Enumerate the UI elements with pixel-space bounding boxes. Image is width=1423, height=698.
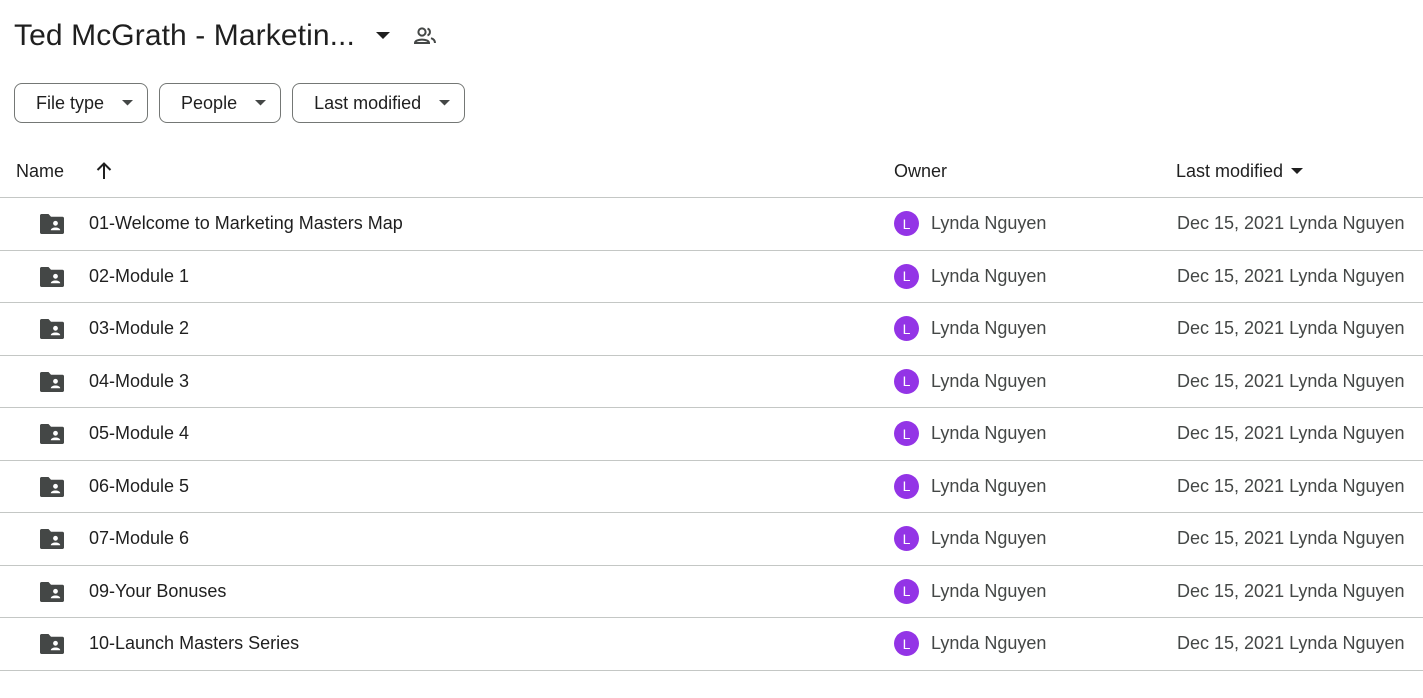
file-type-filter-chip[interactable]: File type bbox=[14, 83, 149, 123]
owner-name: Lynda Nguyen bbox=[931, 213, 1047, 233]
avatar: L bbox=[894, 526, 919, 551]
shared-folder-icon bbox=[38, 265, 66, 289]
file-name: 05-Module 4 bbox=[89, 423, 190, 443]
avatar: L bbox=[894, 473, 919, 499]
chip-label: Last modified bbox=[314, 92, 422, 113]
file-name: 02-Module 1 bbox=[89, 265, 190, 286]
arrow-drop-down-icon bbox=[254, 97, 266, 109]
avatar: L bbox=[894, 368, 919, 394]
file-row[interactable]: 05-Module 4 L Lynda Nguyen Dec 15, 2021 … bbox=[0, 408, 1423, 461]
last-modified-value: Dec 15, 2021 Lynda Nguyen bbox=[1177, 580, 1405, 601]
file-row[interactable]: 02-Module 1 L Lynda Nguyen Dec 15, 2021 … bbox=[0, 251, 1423, 303]
avatar: L bbox=[894, 421, 919, 446]
owner-name: Lynda Nguyen bbox=[931, 370, 1047, 391]
avatar: L bbox=[894, 578, 919, 604]
avatar: L bbox=[894, 211, 919, 236]
last-modified-value: Dec 15, 2021 Lynda Nguyen bbox=[1177, 370, 1405, 391]
name-column-header[interactable]: Name bbox=[16, 161, 64, 182]
chip-label: File type bbox=[36, 92, 105, 113]
file-row[interactable]: 04-Module 3 L Lynda Nguyen Dec 15, 2021 … bbox=[0, 356, 1423, 408]
file-name: 04-Module 3 bbox=[89, 370, 190, 391]
shared-folder-icon bbox=[38, 527, 66, 551]
owner-name: Lynda Nguyen bbox=[931, 318, 1047, 338]
file-row[interactable]: 07-Module 6 L Lynda Nguyen Dec 15, 2021 … bbox=[0, 513, 1423, 566]
owner-column-header[interactable]: Owner bbox=[894, 161, 947, 182]
last-modified-header-label: Last modified bbox=[1176, 161, 1284, 181]
owner-name: Lynda Nguyen bbox=[931, 528, 1047, 548]
file-list: 01-Welcome to Marketing Masters Map L Ly… bbox=[0, 198, 1423, 671]
last-modified-value: Dec 15, 2021 Lynda Nguyen bbox=[1177, 475, 1405, 496]
folder-header: Ted McGrath - Marketin... bbox=[14, 14, 439, 58]
people-icon[interactable] bbox=[411, 22, 439, 50]
shared-folder-icon bbox=[38, 580, 66, 604]
file-name: 10-Launch Masters Series bbox=[89, 633, 300, 653]
chip-label: People bbox=[181, 92, 238, 113]
avatar: L bbox=[894, 631, 919, 656]
owner-name: Lynda Nguyen bbox=[931, 580, 1047, 601]
shared-folder-icon bbox=[38, 317, 66, 341]
owner-name: Lynda Nguyen bbox=[931, 475, 1047, 496]
file-name: 07-Module 6 bbox=[89, 528, 190, 548]
last-modified-filter-chip[interactable]: Last modified bbox=[292, 83, 466, 123]
last-modified-column-header[interactable]: Last modified bbox=[1176, 161, 1304, 182]
file-row[interactable]: 01-Welcome to Marketing Masters Map L Ly… bbox=[0, 198, 1423, 251]
shared-folder-icon bbox=[38, 422, 66, 446]
file-row[interactable]: 09-Your Bonuses L Lynda Nguyen Dec 15, 2… bbox=[0, 566, 1423, 618]
shared-folder-icon bbox=[38, 212, 66, 236]
last-modified-value: Dec 15, 2021 Lynda Nguyen bbox=[1177, 265, 1405, 286]
arrow-drop-down-icon bbox=[1291, 166, 1304, 178]
shared-folder-icon bbox=[38, 632, 66, 656]
file-name: 01-Welcome to Marketing Masters Map bbox=[89, 213, 403, 233]
last-modified-value: Dec 15, 2021 Lynda Nguyen bbox=[1177, 423, 1405, 443]
file-row[interactable]: 10-Launch Masters Series L Lynda Nguyen … bbox=[0, 618, 1423, 671]
file-name: 06-Module 5 bbox=[89, 475, 190, 496]
avatar: L bbox=[894, 316, 919, 341]
file-row[interactable]: 06-Module 5 L Lynda Nguyen Dec 15, 2021 … bbox=[0, 461, 1423, 513]
arrow-drop-down-icon bbox=[438, 97, 450, 109]
arrow-drop-down-icon bbox=[121, 97, 133, 109]
last-modified-value: Dec 15, 2021 Lynda Nguyen bbox=[1177, 633, 1405, 653]
owner-name: Lynda Nguyen bbox=[931, 265, 1047, 286]
file-list-header: Name Owner Last modified bbox=[0, 150, 1423, 198]
shared-folder-icon bbox=[38, 475, 66, 499]
owner-name: Lynda Nguyen bbox=[931, 423, 1047, 443]
avatar: L bbox=[894, 263, 919, 289]
file-name: 09-Your Bonuses bbox=[89, 580, 227, 601]
last-modified-value: Dec 15, 2021 Lynda Nguyen bbox=[1177, 213, 1405, 233]
arrow-drop-down-icon[interactable] bbox=[371, 24, 395, 48]
people-filter-chip[interactable]: People bbox=[159, 83, 282, 123]
shared-folder-icon bbox=[38, 370, 66, 394]
folder-title[interactable]: Ted McGrath - Marketin... bbox=[14, 19, 355, 53]
last-modified-value: Dec 15, 2021 Lynda Nguyen bbox=[1177, 528, 1405, 548]
file-name: 03-Module 2 bbox=[89, 318, 190, 338]
file-row[interactable]: 03-Module 2 L Lynda Nguyen Dec 15, 2021 … bbox=[0, 303, 1423, 356]
last-modified-value: Dec 15, 2021 Lynda Nguyen bbox=[1177, 318, 1405, 338]
owner-name: Lynda Nguyen bbox=[931, 633, 1047, 653]
arrow-upward-icon[interactable] bbox=[93, 160, 115, 182]
filter-chips: File type People Last modified bbox=[14, 83, 466, 123]
